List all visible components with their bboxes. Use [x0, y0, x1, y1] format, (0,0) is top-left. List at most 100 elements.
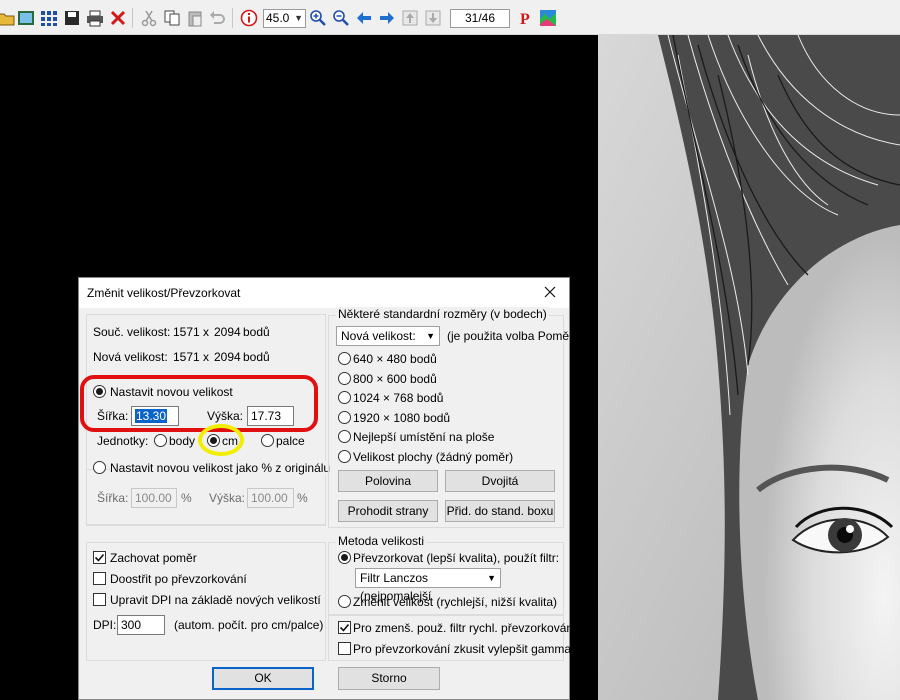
- dpi-label: DPI:: [93, 618, 117, 632]
- delete-icon[interactable]: [109, 9, 127, 27]
- page-counter[interactable]: 31/46: [450, 9, 510, 28]
- new-size-dropdown[interactable]: Nová velikost: ▼: [336, 326, 440, 346]
- size-1024-radio[interactable]: [338, 391, 351, 404]
- pdf-p-icon[interactable]: P: [516, 9, 534, 27]
- grid-view-icon[interactable]: [40, 9, 58, 27]
- resize-resample-dialog: Změnit velikost/Převzorkovat Souč. velik…: [78, 277, 577, 700]
- info-icon[interactable]: [240, 9, 258, 27]
- standard-sizes-title: Některé standardní rozměry (v bodech): [336, 307, 549, 321]
- current-size-height: 2094: [214, 325, 241, 339]
- toolbar-separator: [232, 8, 233, 28]
- resample-label: Převzorkovat (lepší kvalita), použít fil…: [353, 551, 560, 565]
- best-fit-desktop-label: Nejlepší umístění na ploše: [353, 430, 495, 444]
- red-highlight-annotation: [80, 375, 318, 432]
- new-size-dropdown-value: Nová velikost:: [341, 329, 416, 343]
- svg-text:P: P: [520, 11, 530, 27]
- gamma-label: Pro převzorkování zkusit vylepšit gamma: [353, 642, 572, 656]
- units-inch-label: palce: [276, 434, 305, 448]
- percent-width-input[interactable]: 100.00: [131, 488, 177, 508]
- palette-icon[interactable]: [539, 9, 557, 27]
- zoom-level-value: 45.0: [266, 11, 290, 25]
- chevron-down-icon: ▼: [487, 573, 496, 583]
- percent-width-label: Šířka:: [97, 491, 129, 505]
- fast-filter-label: Pro zmenš. použ. filtr rychl. převzorkov…: [353, 621, 577, 635]
- desktop-size-radio[interactable]: [338, 450, 351, 463]
- undo-icon[interactable]: [208, 9, 226, 27]
- dpi-input[interactable]: 300: [117, 615, 165, 635]
- dpi-note: (autom. počít. pro cm/palce): [174, 618, 324, 632]
- zoom-out-icon[interactable]: [332, 9, 350, 27]
- new-size-label: Nová velikost:: [93, 350, 168, 364]
- chevron-down-icon: ▼: [294, 13, 303, 23]
- percent-height-input[interactable]: 100.00: [247, 488, 294, 508]
- size-1024-label: 1024 × 768 bodů: [353, 391, 444, 405]
- sharpen-checkbox[interactable]: [93, 572, 106, 585]
- paste-icon[interactable]: [186, 9, 204, 27]
- ratio-note: (je použita volba Poměr): [447, 329, 578, 343]
- units-body-radio[interactable]: [154, 434, 167, 447]
- print-icon[interactable]: [86, 9, 104, 27]
- resample-radio[interactable]: [338, 551, 351, 564]
- fast-filter-checkbox[interactable]: [338, 621, 351, 634]
- adjust-dpi-label: Upravit DPI na základě nových velikostí: [110, 593, 321, 607]
- chevron-down-icon: ▼: [426, 331, 435, 341]
- resize-radio[interactable]: [338, 595, 351, 608]
- new-size-height: 2094: [214, 350, 241, 364]
- new-size-times: x: [203, 350, 209, 364]
- new-size-width: 1571: [173, 350, 200, 364]
- fit-to-box-button[interactable]: Přid. do stand. boxu: [445, 500, 555, 522]
- toolbar-separator: [132, 8, 133, 28]
- current-size-times: x: [203, 325, 209, 339]
- open-folder-icon[interactable]: [0, 9, 15, 27]
- new-size-unit: bodů: [243, 350, 270, 364]
- percent-width-unit: %: [181, 491, 192, 505]
- photo-image: [598, 35, 900, 700]
- current-size-label: Souč. velikost:: [93, 325, 171, 339]
- half-button[interactable]: Polovina: [338, 470, 438, 492]
- close-icon[interactable]: [541, 283, 559, 301]
- first-page-icon[interactable]: [401, 9, 419, 27]
- best-fit-desktop-radio[interactable]: [338, 430, 351, 443]
- size-640-radio[interactable]: [338, 352, 351, 365]
- size-1920-label: 1920 × 1080 bodů: [353, 411, 451, 425]
- next-icon[interactable]: [378, 9, 396, 27]
- cancel-button[interactable]: Storno: [338, 667, 440, 690]
- last-page-icon[interactable]: [424, 9, 442, 27]
- current-size-unit: bodů: [243, 325, 270, 339]
- previous-icon[interactable]: [355, 9, 373, 27]
- set-percent-radio[interactable]: [93, 461, 106, 474]
- desktop-size-label: Velikost plochy (žádný poměr): [353, 450, 514, 464]
- main-toolbar: 45.0 ▼ 31/46 P: [0, 0, 900, 35]
- copy-icon[interactable]: [163, 9, 181, 27]
- ok-button[interactable]: OK: [212, 667, 314, 690]
- units-inch-radio[interactable]: [261, 434, 274, 447]
- size-800-radio[interactable]: [338, 372, 351, 385]
- sharpen-label: Doostřit po převzorkování: [110, 572, 247, 586]
- zoom-in-icon[interactable]: [309, 9, 327, 27]
- size-1920-radio[interactable]: [338, 411, 351, 424]
- size-640-label: 640 × 480 bodů: [353, 352, 437, 366]
- percent-height-unit: %: [297, 491, 308, 505]
- resize-label: Změnit velikost (rychlejší, nižší kvalit…: [353, 595, 558, 609]
- set-percent-label: Nastavit novou velikost jako % z originá…: [110, 461, 334, 475]
- yellow-highlight-annotation: [198, 424, 244, 456]
- method-title: Metoda velikosti: [336, 534, 427, 548]
- double-button[interactable]: Dvojitá: [445, 470, 555, 492]
- size-800-label: 800 × 600 bodů: [353, 372, 437, 386]
- zoom-level-select[interactable]: 45.0 ▼: [263, 9, 306, 28]
- gamma-checkbox[interactable]: [338, 642, 351, 655]
- keep-ratio-checkbox[interactable]: [93, 551, 106, 564]
- thumbnail-view-icon[interactable]: [17, 9, 35, 27]
- filter-dropdown[interactable]: Filtr Lanczos (nejpomalejší ▼: [355, 568, 501, 603]
- dialog-titlebar: Změnit velikost/Převzorkovat: [79, 278, 569, 308]
- cut-icon[interactable]: [140, 9, 158, 27]
- adjust-dpi-checkbox[interactable]: [93, 593, 106, 606]
- save-icon[interactable]: [63, 9, 81, 27]
- swap-sides-button[interactable]: Prohodit strany: [338, 500, 438, 522]
- units-body-label: body: [169, 434, 196, 448]
- keep-ratio-label: Zachovat poměr: [110, 551, 197, 565]
- dialog-title: Změnit velikost/Převzorkovat: [87, 286, 241, 300]
- units-label: Jednotky:: [97, 434, 149, 448]
- current-size-width: 1571: [173, 325, 200, 339]
- percent-height-label: Výška:: [209, 491, 246, 505]
